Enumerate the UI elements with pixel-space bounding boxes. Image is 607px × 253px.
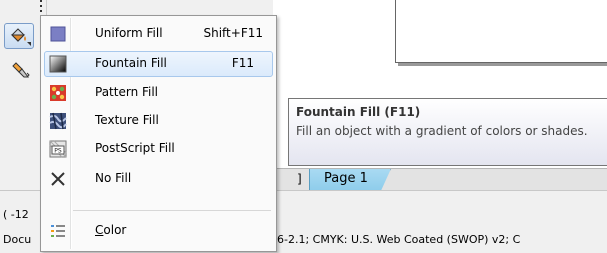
smart-fill-icon — [12, 62, 30, 78]
document-info: Docu — [3, 233, 32, 246]
cursor-coordinates: ( -12 — [3, 208, 29, 221]
menu-item-label: Fountain Fill — [95, 56, 167, 70]
interactive-fill-tool-button[interactable] — [4, 23, 34, 49]
toolbox-grip-icon — [38, 0, 44, 12]
fountain-fill-icon — [49, 55, 67, 73]
menu-item-label: Pattern Fill — [95, 85, 159, 99]
menu-item-postscript-fill[interactable]: PS PostScript Fill — [44, 136, 273, 162]
menu-separator — [73, 210, 271, 211]
menu-item-shortcut: Shift+F11 — [203, 26, 263, 40]
menu-item-label: Texture Fill — [95, 113, 159, 127]
menu-item-label: Color — [95, 223, 126, 237]
smart-fill-tool-button[interactable] — [10, 60, 34, 82]
menu-item-fountain-fill[interactable]: Fountain Fill F11 — [44, 51, 273, 77]
page-tabs-bar: ] Page 1 — [273, 168, 607, 191]
menu-item-no-fill[interactable]: No Fill — [44, 166, 273, 192]
color-profile-info[interactable]: 66-2.1; CMYK: U.S. Web Coated (SWOP) v2;… — [270, 233, 520, 246]
document-page[interactable] — [395, 0, 607, 63]
menu-item-label: Uniform Fill — [95, 26, 163, 40]
page-nav-button[interactable]: ] — [297, 172, 302, 186]
menu-item-texture-fill[interactable]: Texture Fill — [44, 108, 273, 134]
menu-item-pattern-fill[interactable]: Pattern Fill — [44, 80, 273, 106]
menu-item-color[interactable]: Color — [44, 218, 273, 244]
menu-item-label: PostScript Fill — [95, 141, 175, 155]
postscript-fill-icon: PS — [49, 140, 67, 158]
paint-bucket-icon — [10, 28, 26, 42]
no-fill-icon — [51, 172, 65, 186]
svg-text:PS: PS — [54, 148, 62, 155]
fill-flyout-menu: Uniform Fill Shift+F11 Fountain Fill F11… — [40, 15, 277, 252]
menu-item-uniform-fill[interactable]: Uniform Fill Shift+F11 — [44, 21, 273, 47]
tab-page-1[interactable]: Page 1 — [309, 169, 391, 191]
tooltip: Fountain Fill (F11) Fill an object with … — [288, 98, 607, 166]
uniform-fill-icon — [50, 26, 66, 42]
menu-item-label: No Fill — [95, 171, 132, 185]
flyout-arrow-icon — [27, 42, 31, 46]
color-icon — [51, 225, 65, 237]
pattern-fill-icon — [50, 85, 66, 101]
texture-fill-icon — [49, 112, 67, 130]
menu-item-shortcut: F11 — [231, 56, 254, 70]
label-rest: olor — [103, 223, 127, 237]
tooltip-title: Fountain Fill (F11) — [296, 105, 421, 119]
tooltip-description: Fill an object with a gradient of colors… — [296, 124, 588, 138]
